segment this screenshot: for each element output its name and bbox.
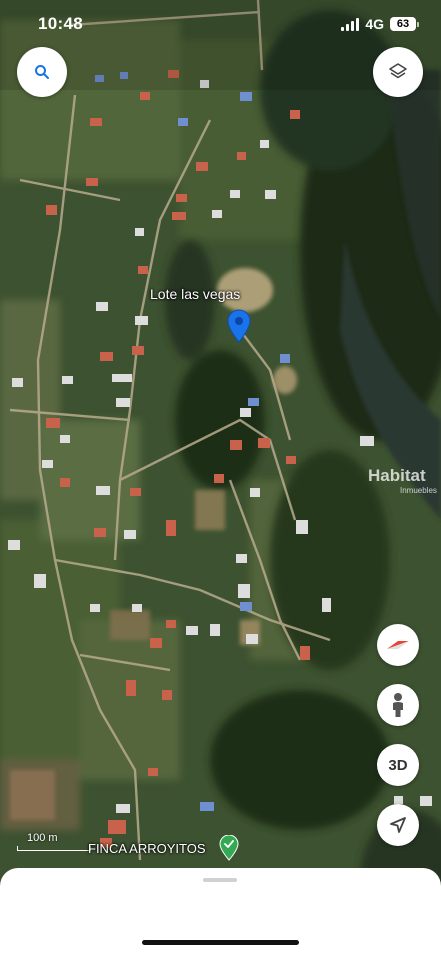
status-bar: 10:48 4G 63 <box>0 0 441 48</box>
status-indicators: 4G 63 <box>341 16 419 32</box>
sheet-drag-handle[interactable] <box>203 878 237 882</box>
scale-label: 100 m <box>27 832 58 844</box>
location-pin[interactable] <box>226 309 252 348</box>
place-pin-icon <box>219 834 239 861</box>
3d-label: 3D <box>388 756 408 774</box>
watermark-brand: Habitat <box>368 466 426 485</box>
street-view-button[interactable] <box>377 684 419 726</box>
navigation-arrow-icon <box>390 817 406 833</box>
status-time: 10:48 <box>38 14 83 33</box>
scale-line <box>17 846 91 851</box>
network-type: 4G <box>365 16 384 32</box>
battery-level: 63 <box>390 17 416 31</box>
pin-label: Lote las vegas <box>150 286 241 302</box>
watermark-sub: Inmuebles <box>400 486 437 495</box>
search-icon <box>35 65 49 79</box>
home-indicator[interactable] <box>142 940 299 945</box>
search-button[interactable] <box>17 47 67 97</box>
place-marker[interactable] <box>219 834 239 866</box>
watermark: Habitat Inmuebles <box>368 466 437 495</box>
map-pin-icon <box>227 309 251 343</box>
3d-button[interactable]: 3D <box>377 744 419 786</box>
compass-button[interactable] <box>377 624 419 666</box>
battery-icon: 63 <box>390 17 419 31</box>
layers-button[interactable] <box>373 47 423 97</box>
pegman-icon <box>393 693 403 717</box>
place-label[interactable]: FINCA ARROYITOS <box>88 841 206 856</box>
cellular-signal-icon <box>341 17 360 31</box>
compass-icon <box>387 641 409 649</box>
layers-icon <box>389 63 407 79</box>
my-location-button[interactable] <box>377 804 419 846</box>
